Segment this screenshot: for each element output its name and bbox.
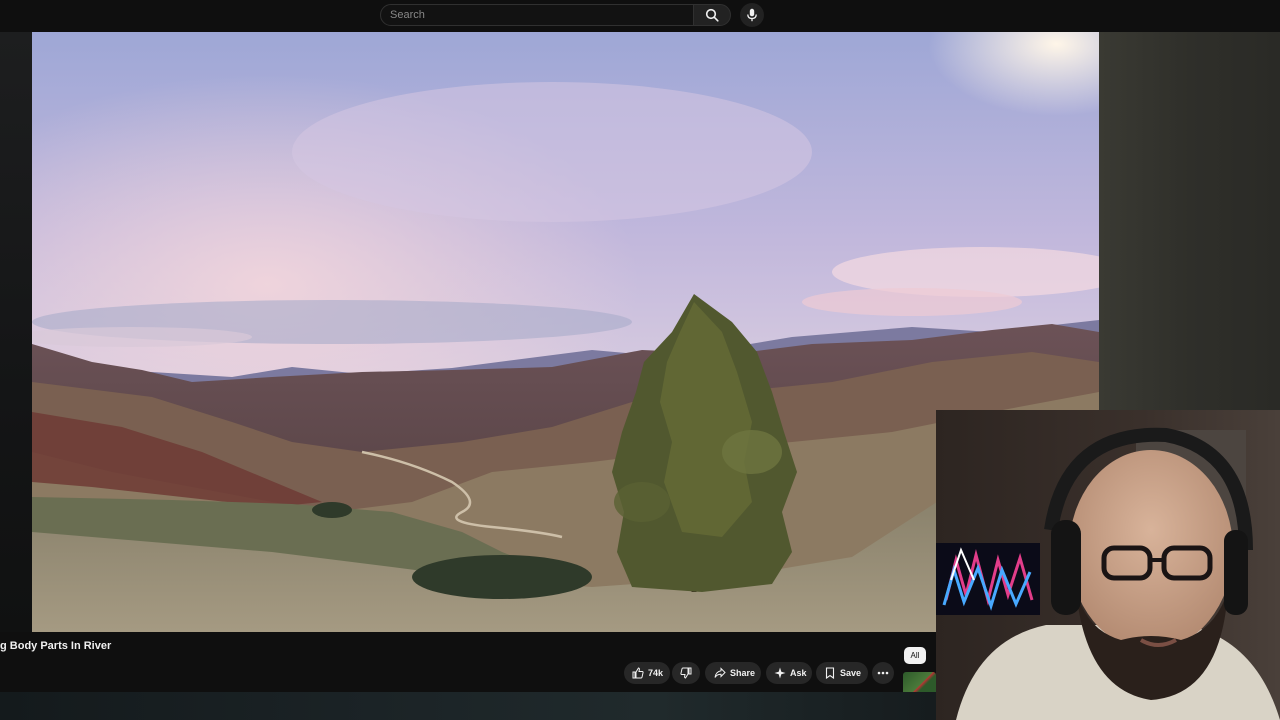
share-button[interactable]: Share xyxy=(705,662,761,684)
more-horizontal-icon xyxy=(877,671,889,675)
thumbs-up-icon xyxy=(632,667,644,679)
search-input[interactable]: Search xyxy=(380,4,694,26)
filter-chip-all[interactable]: All xyxy=(904,647,926,664)
webcam-overlay xyxy=(936,410,1280,720)
share-label: Share xyxy=(730,668,756,678)
ask-label: Ask xyxy=(790,668,807,678)
search-button[interactable] xyxy=(693,4,731,26)
top-bar: Search xyxy=(0,0,1280,32)
description-area xyxy=(0,692,936,720)
video-title: g Body Parts In River xyxy=(0,640,112,652)
dislike-button[interactable] xyxy=(672,662,700,684)
like-button[interactable]: 74k xyxy=(624,662,670,684)
ask-button[interactable]: Ask xyxy=(766,662,812,684)
save-button[interactable]: Save xyxy=(816,662,868,684)
page-background xyxy=(1099,32,1280,410)
bookmark-icon xyxy=(825,667,835,679)
microphone-icon xyxy=(747,8,757,22)
page-edge xyxy=(0,32,32,632)
voice-search-button[interactable] xyxy=(740,3,764,27)
like-count: 74k xyxy=(648,668,664,678)
more-actions-button[interactable] xyxy=(872,662,894,684)
search-icon xyxy=(705,8,719,22)
share-icon xyxy=(714,667,726,678)
save-label: Save xyxy=(840,668,862,678)
sparkle-icon xyxy=(774,667,786,679)
streamer-webcam-image xyxy=(936,410,1280,720)
thumbs-down-icon xyxy=(680,667,692,679)
